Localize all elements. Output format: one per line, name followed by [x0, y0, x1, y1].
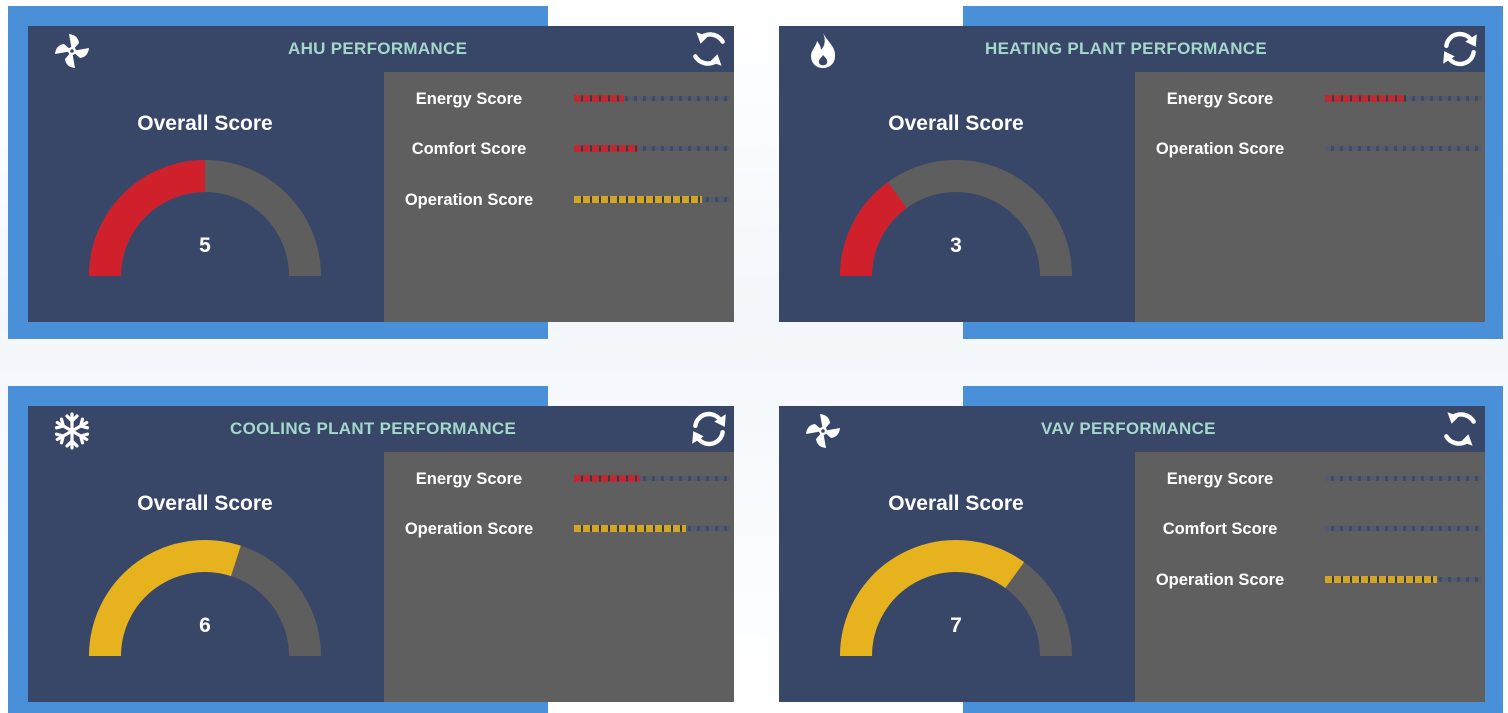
metric-label: Operation Score: [1155, 571, 1285, 589]
metric-bar-track: [1325, 95, 1481, 102]
metric-label: Energy Score: [1166, 470, 1274, 488]
metric-row: Operation Score: [1135, 134, 1485, 164]
gauge-value-arc: [89, 160, 206, 277]
overall-score-value: 6: [199, 614, 211, 637]
metric-bar-fill: [574, 145, 638, 152]
gauge-value-arc: [89, 540, 241, 657]
metric-bar-fill: [574, 475, 640, 482]
overall-score-area: Overall Score 3: [779, 72, 1133, 322]
metric-bar-fill: [1325, 576, 1438, 583]
metric-row: Comfort Score: [384, 134, 734, 164]
metric-bar-fill: [574, 95, 624, 102]
overall-score-label: Overall Score: [888, 492, 1024, 515]
metric-row: Comfort Score: [1135, 514, 1485, 544]
metric-label: Energy Score: [415, 470, 523, 488]
overall-score-label: Overall Score: [137, 112, 273, 135]
overall-score-value: 3: [950, 234, 962, 257]
panel-header: COOLING PLANT PERFORMANCE: [28, 406, 734, 452]
metric-row: Operation Score: [384, 185, 734, 215]
metric-row: Energy Score: [1135, 84, 1485, 114]
metric-bar-track: [574, 145, 730, 152]
metric-bar-track: [574, 475, 730, 482]
panel-title: VAV PERFORMANCE: [1041, 419, 1216, 438]
metric-row: Energy Score: [384, 464, 734, 494]
panel-header: VAV PERFORMANCE: [779, 406, 1485, 452]
metric-label: Energy Score: [415, 90, 523, 108]
refresh-icon[interactable]: [688, 28, 730, 70]
refresh-icon[interactable]: [1439, 28, 1481, 70]
gauge-value-arc: [840, 540, 1025, 657]
overall-score-label: Overall Score: [137, 492, 273, 515]
panel-title: AHU PERFORMANCE: [288, 39, 468, 58]
overall-score-value: 5: [199, 234, 211, 257]
metrics-area: Energy Score Operation Score: [384, 452, 734, 702]
metric-row: Operation Score: [1135, 565, 1485, 595]
vav-performance-panel: VAV PERFORMANCE Overall Score 7 Energy S…: [779, 406, 1485, 702]
overall-score-gauge: [89, 160, 321, 277]
metric-bar-track: [1325, 526, 1481, 531]
panel-title: HEATING PLANT PERFORMANCE: [985, 39, 1268, 58]
metrics-area: Energy Score Comfort Score Operation Sco…: [1135, 452, 1485, 702]
metrics-area: Energy Score Operation Score: [1135, 72, 1485, 322]
metric-label: Comfort Score: [1162, 520, 1278, 538]
overall-score-area: Overall Score 5: [28, 72, 382, 322]
heating-plant-performance-panel: HEATING PLANT PERFORMANCE Overall Score …: [779, 26, 1485, 322]
metric-row: Energy Score: [1135, 464, 1485, 494]
overall-score-value: 7: [950, 614, 962, 637]
overall-score-label: Overall Score: [888, 112, 1024, 135]
overall-score-gauge: [840, 540, 1072, 657]
ahu-performance-panel: AHU PERFORMANCE Overall Score 5 Energy S…: [28, 26, 734, 322]
metric-bar-fill: [1325, 95, 1407, 102]
metric-bar-track: [1325, 476, 1481, 481]
metric-label: Operation Score: [404, 191, 534, 209]
metric-label: Energy Score: [1166, 90, 1274, 108]
overall-score-gauge: [89, 540, 321, 657]
metric-label: Operation Score: [1155, 140, 1285, 158]
metric-bar-track: [574, 95, 730, 102]
overall-score-area: Overall Score 6: [28, 452, 382, 702]
metric-bar-track: [574, 525, 730, 532]
metric-bar-fill: [574, 196, 702, 203]
metrics-area: Energy Score Comfort Score Operation Sco…: [384, 72, 734, 322]
flame-icon: [811, 33, 836, 68]
metric-label: Comfort Score: [411, 140, 527, 158]
metric-bar-track: [574, 196, 730, 203]
snowflake-icon: [54, 412, 90, 450]
refresh-icon[interactable]: [688, 408, 730, 450]
panel-title: COOLING PLANT PERFORMANCE: [230, 419, 517, 438]
refresh-icon[interactable]: [1439, 408, 1481, 450]
metric-row: Operation Score: [384, 514, 734, 544]
metric-bar-track: [1325, 146, 1481, 151]
metric-label: Operation Score: [404, 520, 534, 538]
fan-icon: [806, 414, 840, 448]
overall-score-area: Overall Score 7: [779, 452, 1133, 702]
metric-row: Energy Score: [384, 84, 734, 114]
fan-icon: [55, 34, 89, 68]
overall-score-gauge: [840, 160, 1072, 277]
panel-header: AHU PERFORMANCE: [28, 26, 734, 72]
metric-bar-fill: [574, 525, 687, 532]
cooling-plant-performance-panel: COOLING PLANT PERFORMANCE Overall Score …: [28, 406, 734, 702]
panel-header: HEATING PLANT PERFORMANCE: [779, 26, 1485, 72]
metric-bar-track: [1325, 576, 1481, 583]
